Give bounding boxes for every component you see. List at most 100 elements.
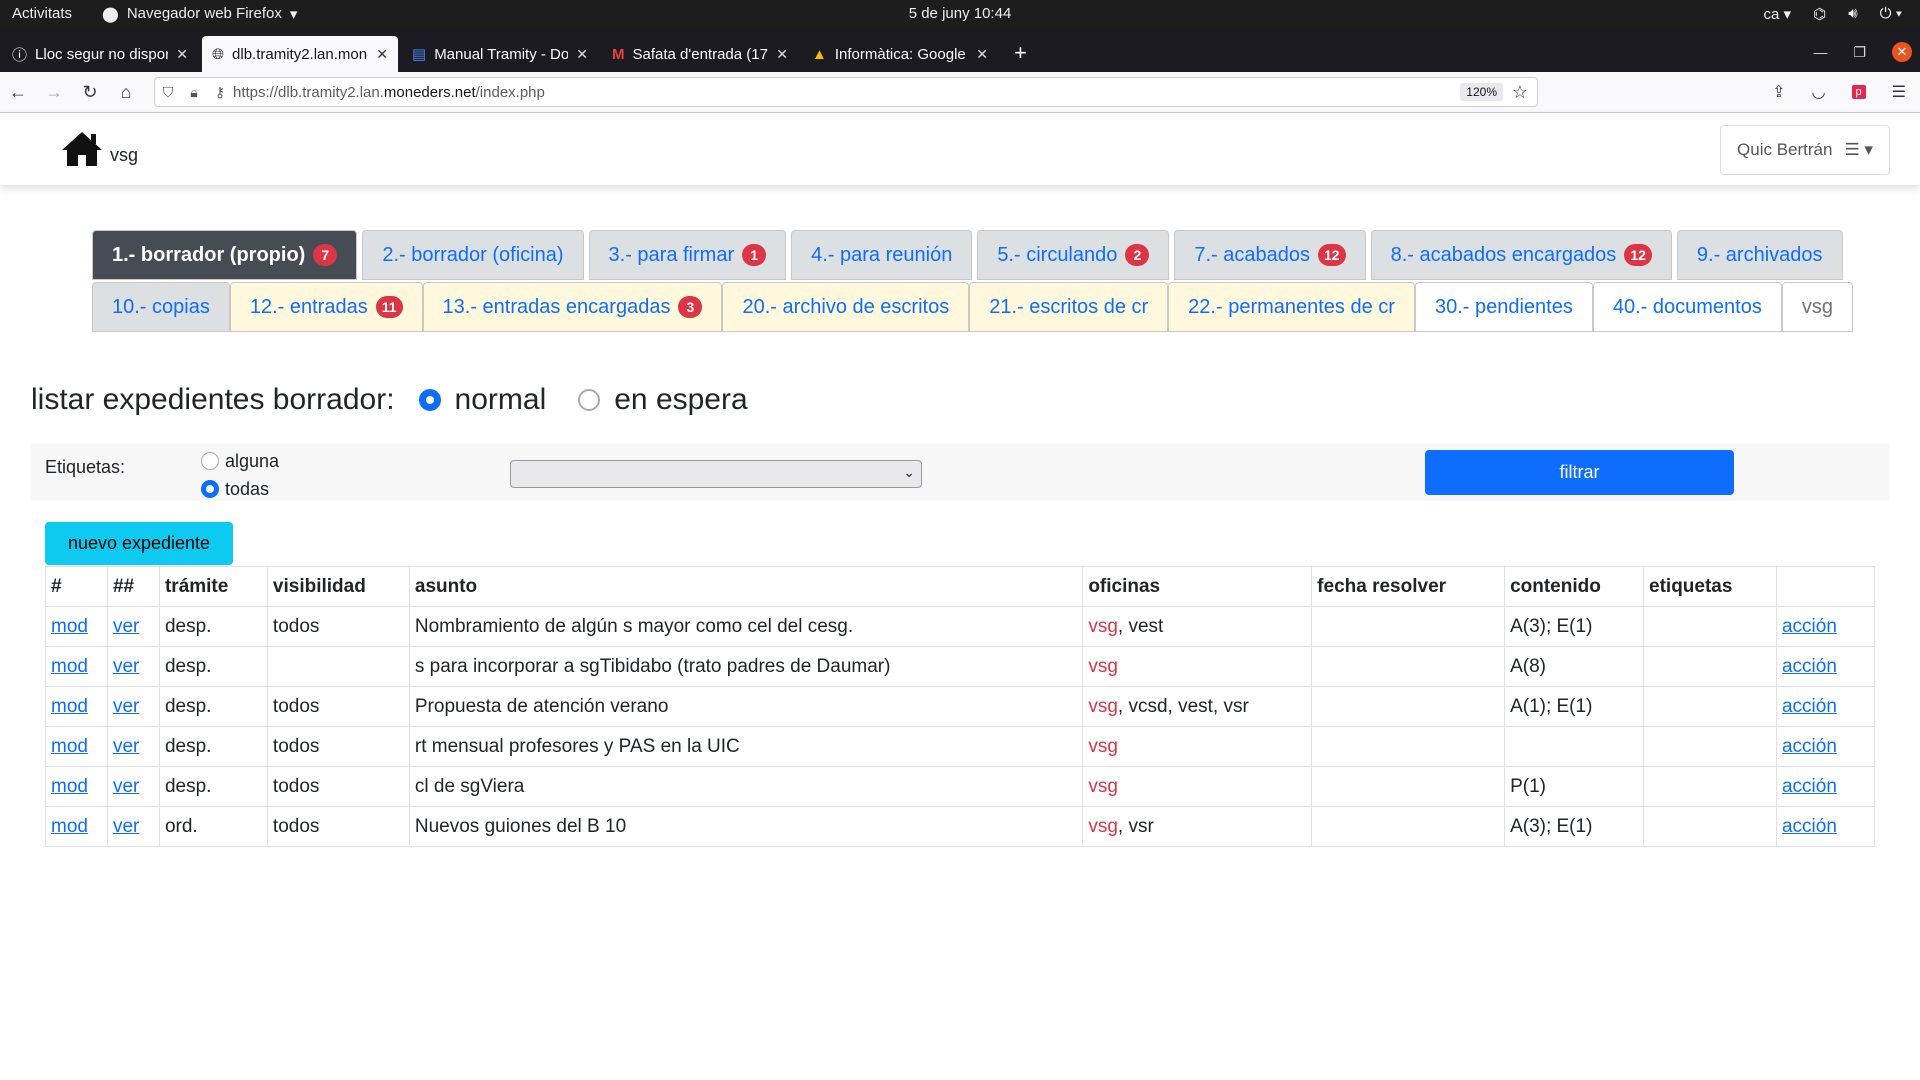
user-menu[interactable]: Quic Bertrán ☰ ▾ [1720, 125, 1890, 175]
cell-mod: mod [45, 766, 108, 807]
brand[interactable]: vsg [60, 130, 138, 168]
col-header [1775, 566, 1876, 607]
pocket-icon[interactable]: ◡ [1812, 82, 1826, 102]
count-badge: 12 [1318, 244, 1346, 266]
close-tab-icon[interactable]: ✕ [176, 46, 188, 63]
tab-para-firmar[interactable]: 3.- para firmar 1 [588, 230, 787, 280]
url-bar[interactable]: ⛉ 🔒︎ ⚷ https://dlb.tramity2.lan.moneders… [154, 77, 1538, 107]
nuevo-expediente-button[interactable]: nuevo expediente [45, 522, 233, 565]
cell-etiquetas [1643, 806, 1777, 847]
ver-link[interactable]: ver [113, 656, 139, 677]
app-menu[interactable]: ⬤ Navegador web Firefox ▾ [84, 5, 315, 23]
activities-button[interactable]: Activitats [0, 5, 84, 22]
radio-en-espera[interactable] [578, 389, 601, 411]
lock-icon[interactable]: 🔒︎ [181, 84, 207, 101]
ver-link[interactable]: ver [113, 776, 139, 797]
zoom-indicator[interactable]: 120% [1460, 83, 1503, 101]
tab-pendientes[interactable]: 30.- pendientes [1414, 282, 1593, 332]
accion-link[interactable]: acción [1782, 736, 1837, 757]
radio-normal[interactable] [418, 389, 441, 411]
accion-link[interactable]: acción [1782, 656, 1837, 677]
cell-etiquetas [1643, 686, 1777, 727]
radio-alguna-label[interactable]: alguna [225, 451, 279, 472]
cell-ver: ver [106, 766, 160, 807]
browser-tab-active[interactable]: 🌐︎ dlb.tramity2.lan.moneders ✕ [202, 36, 398, 72]
etiquetas-select[interactable]: ⌄ [510, 460, 922, 488]
radio-normal-label[interactable]: normal [455, 383, 547, 417]
listing-mode: listar expedientes borrador: normal en e… [31, 383, 756, 417]
hamburger-menu-icon[interactable]: ☰ [1892, 82, 1906, 102]
close-tab-icon[interactable]: ✕ [376, 46, 388, 63]
save-to-pocket-icon[interactable]: ⇪ [1772, 82, 1785, 102]
tab-row-2: 10.- copias 12.- entradas 11 13.- entrada… [92, 282, 1853, 332]
ver-link[interactable]: ver [113, 736, 139, 757]
mod-link[interactable]: mod [51, 696, 88, 717]
radio-todas-label[interactable]: todas [225, 479, 269, 500]
shield-icon[interactable]: ⛉ [155, 84, 181, 101]
tab-escritos-de-cr[interactable]: 21.- escritos de cr [969, 282, 1169, 332]
clock[interactable]: 5 de juny 10:44 [909, 5, 1012, 22]
close-tab-icon[interactable]: ✕ [776, 46, 788, 63]
back-icon[interactable]: ← [0, 82, 36, 103]
bookmark-star-icon[interactable]: ☆ [1503, 82, 1537, 103]
accion-link[interactable]: acción [1782, 816, 1837, 837]
volume-icon[interactable]: 🔊︎ [1848, 5, 1857, 22]
oficina-principal: vsg [1088, 775, 1118, 797]
reload-icon[interactable]: ↻ [72, 82, 108, 103]
browser-tab[interactable]: ⓘ Lloc segur no disponible ✕ [2, 36, 198, 72]
mod-link[interactable]: mod [51, 656, 88, 677]
key-icon[interactable]: ⚷ [207, 84, 233, 101]
tab-documentos[interactable]: 40.- documentos [1592, 282, 1782, 332]
tab-borrador-propio[interactable]: 1.- borrador (propio) 7 [92, 230, 358, 280]
minimize-icon[interactable]: — [1813, 44, 1827, 60]
radio-todas[interactable] [201, 480, 219, 498]
tab-vsg[interactable]: vsg [1781, 282, 1853, 332]
language-indicator[interactable]: ca ▾ [1764, 5, 1792, 23]
option-todas[interactable]: todas [201, 475, 279, 503]
tab-para-reunion[interactable]: 4.- para reunión [791, 230, 973, 280]
radio-en-espera-label[interactable]: en espera [614, 383, 747, 417]
window-close-icon[interactable]: ✕ [1892, 42, 1912, 62]
ver-link[interactable]: ver [113, 696, 139, 717]
radio-alguna[interactable] [201, 452, 219, 470]
tab-acabados-encargados[interactable]: 8.- acabados encargados 12 [1370, 230, 1672, 280]
mod-link[interactable]: mod [51, 776, 88, 797]
accion-link[interactable]: acción [1782, 696, 1837, 717]
url-text[interactable]: https://dlb.tramity2.lan.moneders.net/in… [233, 84, 545, 101]
tab-archivados[interactable]: 9.- archivados [1676, 230, 1843, 280]
home-icon[interactable]: ⌂ [108, 82, 144, 103]
mod-link[interactable]: mod [51, 616, 88, 637]
table-row: mod ver desp. todos Nombramiento de algú… [45, 606, 1876, 647]
browser-tab[interactable]: ▤ Manual Tramity - Docume ✕ [402, 36, 598, 72]
extension-icon[interactable]: p [1851, 85, 1866, 99]
tab-acabados[interactable]: 7.- acabados 12 [1174, 230, 1366, 280]
forward-icon[interactable]: → [36, 82, 72, 103]
browser-tab[interactable]: ▲ Informàtica: Google Drive ✕ [802, 36, 998, 72]
cell-fecha [1311, 606, 1506, 647]
tab-entradas-encargadas[interactable]: 13.- entradas encargadas 3 [422, 282, 723, 332]
mod-link[interactable]: mod [51, 736, 88, 757]
restore-icon[interactable]: ❐ [1853, 44, 1866, 61]
accion-link[interactable]: acción [1782, 776, 1837, 797]
power-icon[interactable]: ⏻ ▾ [1880, 5, 1902, 22]
ver-link[interactable]: ver [113, 816, 139, 837]
system-top-bar: Activitats ⬤ Navegador web Firefox ▾ 5 d… [0, 0, 1920, 27]
tab-archivo-de-escritos[interactable]: 20.- archivo de escritos [722, 282, 970, 332]
tab-borrador-oficina[interactable]: 2.- borrador (oficina) [362, 230, 584, 280]
ver-link[interactable]: ver [113, 616, 139, 637]
cell-fecha [1311, 686, 1506, 727]
browser-tab[interactable]: M Safata d'entrada (17) - jo ✕ [602, 36, 798, 72]
mod-link[interactable]: mod [51, 816, 88, 837]
tab-copias[interactable]: 10.- copias [92, 282, 230, 332]
option-alguna[interactable]: alguna [201, 447, 279, 475]
new-tab-button[interactable]: + [1000, 40, 1041, 72]
tab-circulando[interactable]: 5.- circulando 2 [977, 230, 1170, 280]
filtrar-button[interactable]: filtrar [1425, 450, 1734, 495]
cell-mod: mod [45, 726, 108, 767]
tab-permanentes-de-cr[interactable]: 22.- permanentes de cr [1168, 282, 1415, 332]
close-tab-icon[interactable]: ✕ [576, 46, 588, 63]
accion-link[interactable]: acción [1782, 616, 1837, 637]
network-icon[interactable]: ⌬ [1813, 5, 1826, 23]
close-tab-icon[interactable]: ✕ [976, 46, 988, 63]
tab-entradas[interactable]: 12.- entradas 11 [229, 282, 423, 332]
